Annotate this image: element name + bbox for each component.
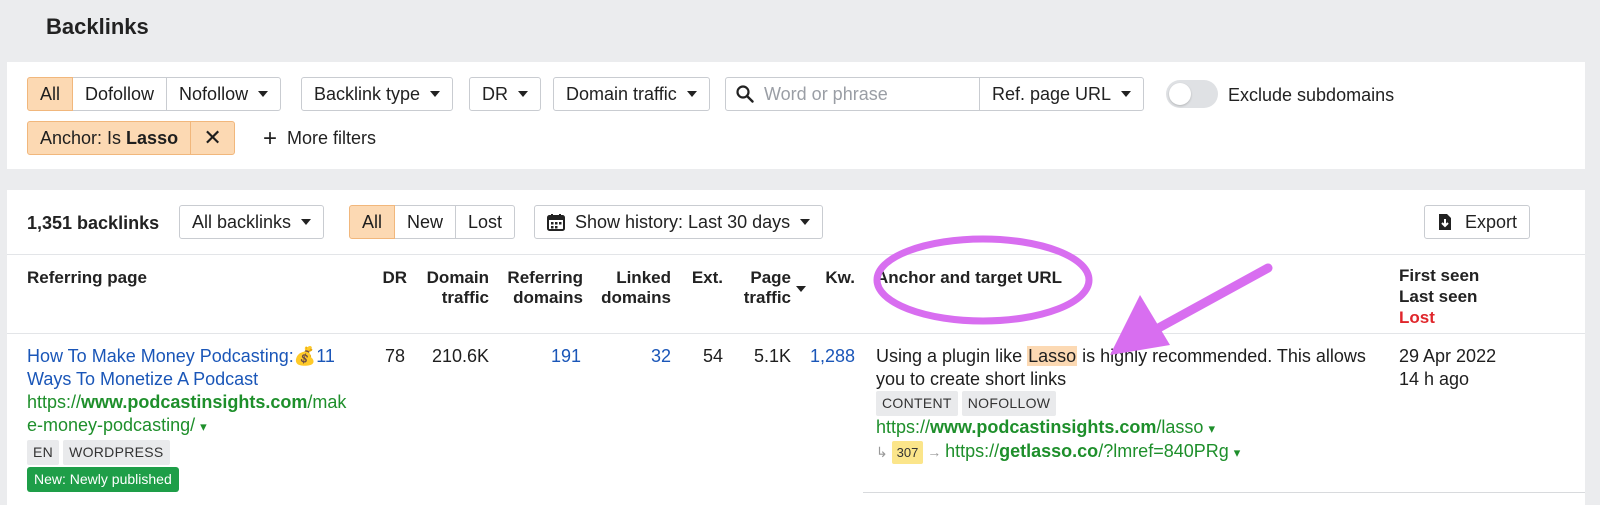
annotation-arrow-shaft (1137, 263, 1273, 342)
highlight-ellipse (873, 235, 1093, 325)
tab-all[interactable]: All (349, 205, 396, 239)
annotation-overlay (873, 235, 1273, 355)
filter-all[interactable]: All (27, 77, 74, 111)
